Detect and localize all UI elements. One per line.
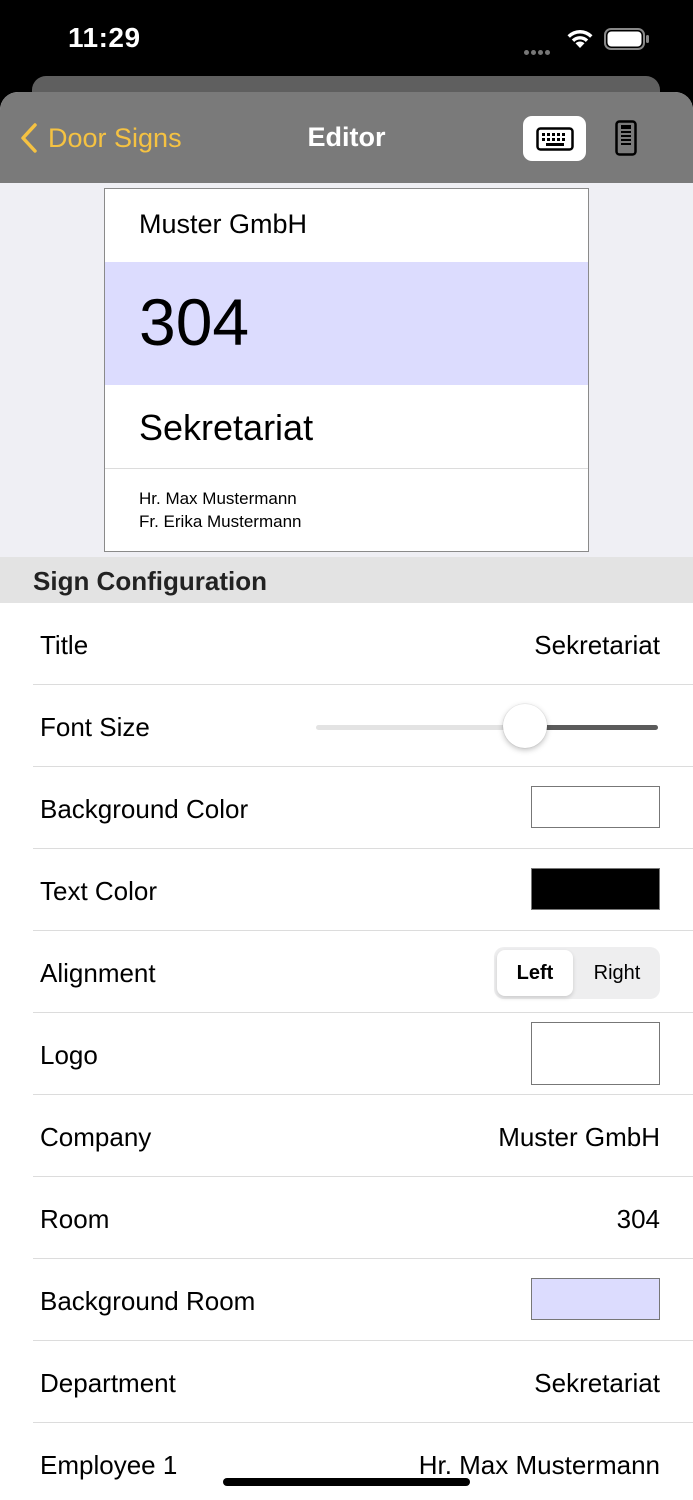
preview-employee-1: Hr. Max Mustermann bbox=[139, 489, 297, 508]
back-button-label: Door Signs bbox=[48, 122, 182, 153]
row-logo[interactable]: Logo bbox=[0, 1013, 693, 1095]
row-label: Text Color bbox=[40, 876, 158, 906]
row-background-room[interactable]: Background Room bbox=[0, 1259, 693, 1341]
row-label: Font Size bbox=[40, 712, 150, 742]
settings-list: Title Sekretariat Font Size Background C… bbox=[0, 603, 693, 1500]
battery-icon bbox=[604, 28, 649, 50]
home-indicator[interactable] bbox=[223, 1478, 470, 1486]
preview-department: Sekretariat bbox=[139, 407, 314, 448]
row-value: Hr. Max Mustermann bbox=[418, 1450, 660, 1480]
keyboard-icon bbox=[535, 126, 574, 151]
status-bar: 11:29 bbox=[0, 0, 693, 80]
section-title: Sign Configuration bbox=[33, 566, 267, 596]
preview-room-band: 304 bbox=[105, 262, 588, 385]
slider-thumb[interactable] bbox=[502, 704, 547, 748]
row-label: Background Room bbox=[40, 1286, 256, 1316]
row-label: Logo bbox=[40, 1040, 98, 1070]
preview-room-number: 304 bbox=[139, 285, 250, 359]
navigation-bar: Door Signs Editor bbox=[0, 92, 693, 183]
background-room-swatch[interactable] bbox=[531, 1278, 660, 1320]
preview-employee-2: Fr. Erika Mustermann bbox=[139, 512, 302, 531]
row-label: Background Color bbox=[40, 794, 249, 824]
cellular-signal-icon bbox=[524, 42, 552, 60]
alignment-option-left[interactable]: Left bbox=[497, 950, 573, 996]
back-button[interactable]: Door Signs bbox=[20, 120, 182, 156]
section-header: Sign Configuration bbox=[0, 557, 693, 603]
keyboard-button[interactable] bbox=[523, 116, 586, 161]
row-value: 304 bbox=[616, 1204, 660, 1234]
row-employee-1[interactable]: Employee 1 Hr. Max Mustermann bbox=[0, 1423, 693, 1500]
door-sign-preview: Muster GmbH 304 Sekretariat Hr. Max Must… bbox=[104, 188, 589, 552]
row-background-color[interactable]: Background Color bbox=[0, 767, 693, 849]
chevron-left-icon bbox=[21, 123, 37, 153]
text-color-swatch[interactable] bbox=[531, 868, 660, 910]
row-label: Title bbox=[40, 630, 89, 660]
row-label: Department bbox=[40, 1368, 176, 1398]
editor-sheet: Door Signs Editor Muster GmbH 304 Sekret… bbox=[0, 92, 693, 1500]
logo-image-well[interactable] bbox=[531, 1022, 660, 1085]
row-alignment: Alignment Left Right bbox=[0, 931, 693, 1013]
alignment-option-right[interactable]: Right bbox=[577, 950, 657, 996]
wifi-icon bbox=[567, 30, 593, 48]
row-title[interactable]: Title Sekretariat bbox=[0, 603, 693, 685]
row-label: Room bbox=[40, 1204, 110, 1234]
alignment-segmented-control: Left Right bbox=[494, 947, 660, 999]
font-size-slider[interactable] bbox=[316, 725, 658, 730]
row-department[interactable]: Department Sekretariat bbox=[0, 1341, 693, 1423]
row-font-size: Font Size bbox=[0, 685, 693, 767]
row-value: Sekretariat bbox=[534, 1368, 660, 1398]
row-room[interactable]: Room 304 bbox=[0, 1177, 693, 1259]
row-value: Muster GmbH bbox=[498, 1122, 660, 1152]
preview-company: Muster GmbH bbox=[139, 209, 308, 239]
preview-divider bbox=[105, 468, 588, 469]
device-icon bbox=[615, 120, 637, 156]
device-button[interactable] bbox=[610, 118, 642, 158]
background-color-swatch[interactable] bbox=[531, 786, 660, 828]
row-value: Sekretariat bbox=[534, 630, 660, 660]
row-text-color[interactable]: Text Color bbox=[0, 849, 693, 931]
status-time: 11:29 bbox=[68, 22, 141, 53]
row-label: Company bbox=[40, 1122, 152, 1152]
row-label: Alignment bbox=[40, 958, 156, 988]
row-label: Employee 1 bbox=[40, 1450, 178, 1480]
row-company[interactable]: Company Muster GmbH bbox=[0, 1095, 693, 1177]
